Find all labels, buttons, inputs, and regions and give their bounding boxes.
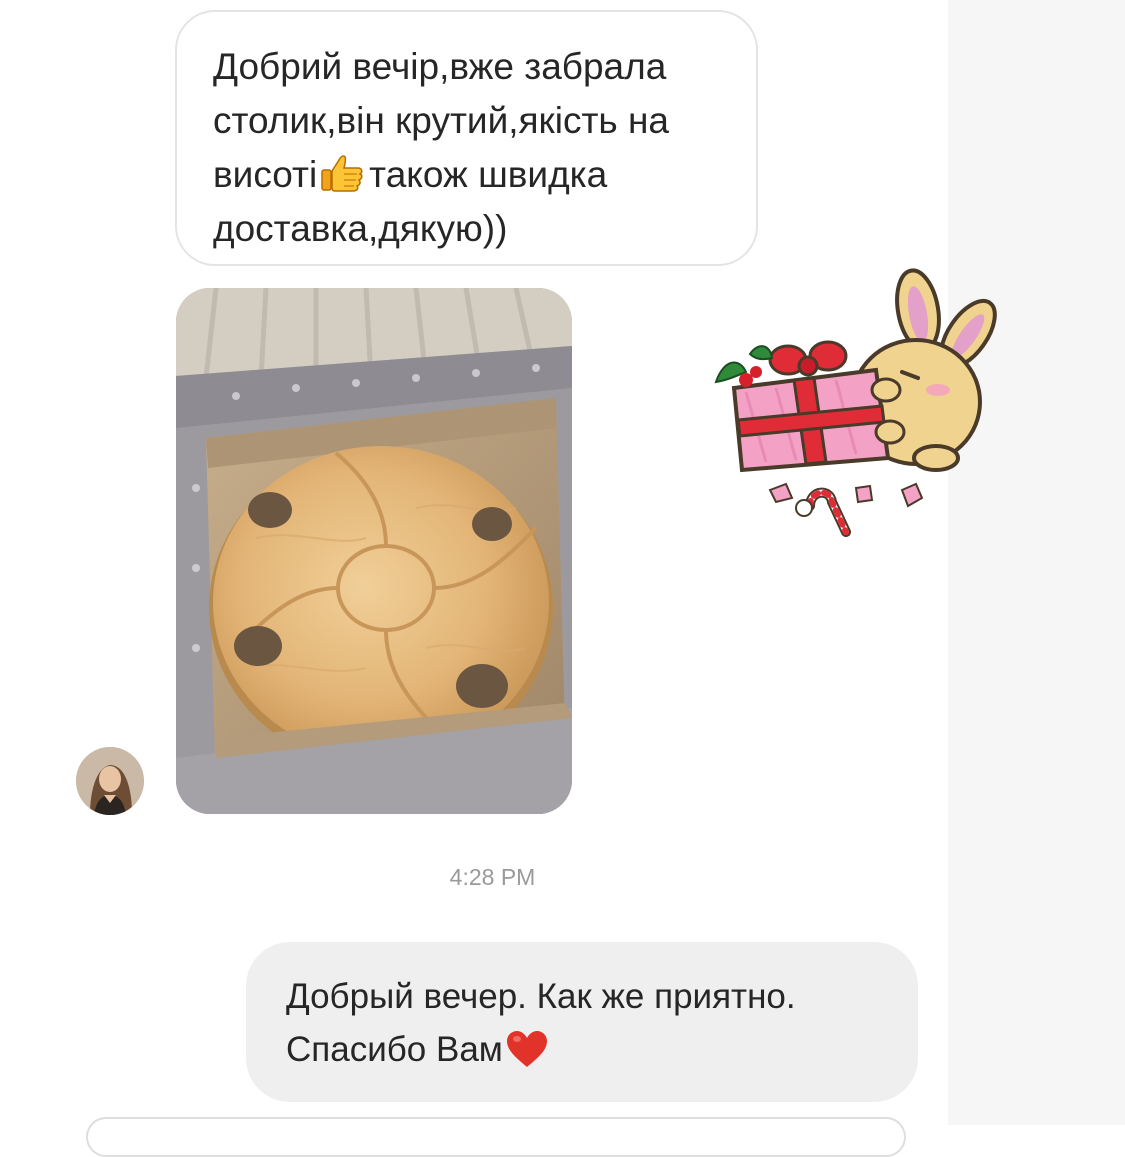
message-timestamp: 4:28 PM bbox=[449, 864, 536, 890]
message-composer[interactable] bbox=[86, 1117, 906, 1157]
message-text-fragment: також швидка bbox=[369, 154, 608, 195]
incoming-message-bubble[interactable]: Добрий вечір,вже забрала столик,він крут… bbox=[175, 10, 758, 266]
message-line: столик,він крутий,якість на bbox=[213, 100, 669, 141]
message-text-fragment: Спасибо Вам bbox=[286, 1030, 503, 1069]
message-text-fragment: висоті bbox=[213, 154, 318, 195]
message-line: Спасибо Вам bbox=[286, 1023, 878, 1076]
avatar-image bbox=[76, 747, 144, 815]
message-line: Добрий вечір,вже забрала bbox=[213, 46, 667, 87]
bunny-gift-sticker-icon[interactable] bbox=[706, 262, 1006, 542]
table-photo-image bbox=[176, 288, 572, 814]
outgoing-message-bubble[interactable]: Добрый вечер. Как же приятно. Спасибо Ва… bbox=[246, 942, 918, 1102]
message-line: Добрый вечер. Как же приятно. bbox=[286, 977, 796, 1016]
side-panel-background bbox=[948, 0, 1125, 1125]
message-line: висоті також швидка bbox=[213, 148, 720, 202]
heart-icon bbox=[505, 1029, 549, 1069]
thumbs-up-icon bbox=[319, 151, 365, 195]
message-line: доставка,дякую)) bbox=[213, 208, 508, 249]
incoming-photo-message[interactable] bbox=[176, 288, 572, 814]
sender-avatar[interactable] bbox=[76, 747, 144, 815]
